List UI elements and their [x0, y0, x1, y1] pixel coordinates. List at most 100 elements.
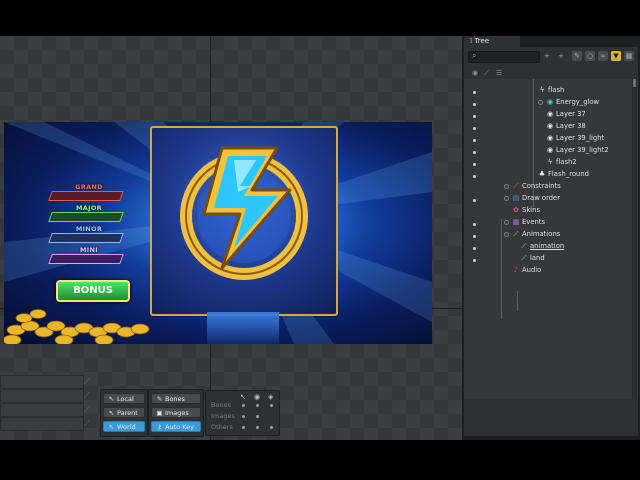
- tree-panel: ⁞ Tree ⌕ + + ✎ ○ ∞ ▼ ▦ ◉ ⟋ ☰ ϟ flash ◉ Ene…: [462, 36, 640, 440]
- vis-toggle[interactable]: [270, 404, 273, 407]
- timeline-row[interactable]: [0, 389, 84, 403]
- bones-button[interactable]: ✎ Bones: [151, 393, 201, 404]
- timeline-row[interactable]: [0, 417, 84, 431]
- vis-toggle[interactable]: [270, 426, 273, 429]
- timeline-row[interactable]: [0, 403, 84, 417]
- grid-icon[interactable]: ▦: [624, 51, 634, 61]
- local-label: Local: [117, 395, 134, 403]
- add-icon[interactable]: +: [556, 51, 566, 61]
- tree-node-layer-39-light[interactable]: ◉ Layer 39_light: [546, 133, 604, 144]
- expand-toggle[interactable]: [504, 232, 509, 237]
- images-button[interactable]: ▣ Images: [151, 407, 201, 418]
- editor-viewport[interactable]: GRAND MAJOR MINOR MINI BONUS ⟋ ⟋ ⟋ ⟋ ↖ L…: [0, 36, 462, 440]
- tree-node-label: Layer 39_light: [556, 134, 605, 142]
- eye-icon[interactable]: ◉: [254, 393, 260, 401]
- vis-toggle[interactable]: [242, 415, 245, 418]
- tree-scrollbar[interactable]: [632, 79, 637, 399]
- vis-toggle[interactable]: [242, 404, 245, 407]
- local-icon: ↖: [108, 395, 115, 403]
- tree-tab-label: Tree: [474, 37, 490, 45]
- list-icon[interactable]: ☰: [496, 69, 502, 77]
- add-icon[interactable]: +: [542, 51, 552, 61]
- vis-toggle[interactable]: [256, 404, 259, 407]
- tree-node-flash[interactable]: ϟ flash: [538, 85, 565, 96]
- filter-icon[interactable]: ▼: [611, 51, 621, 61]
- tree-tab[interactable]: ⁞ Tree: [464, 36, 520, 47]
- auto-key-button[interactable]: ⚷ Auto Key: [151, 421, 201, 432]
- link-icon[interactable]: ∞: [598, 51, 608, 61]
- tree-search-input[interactable]: ⌕: [468, 51, 540, 63]
- tree-node-draw-order[interactable]: ▤ Draw order: [512, 193, 560, 204]
- tree-node-flash-round[interactable]: ♣ Flash_round: [538, 169, 589, 180]
- game-scene-preview[interactable]: GRAND MAJOR MINOR MINI BONUS: [4, 122, 432, 344]
- tree-node-label: Layer 39_light2: [556, 146, 609, 154]
- tree-node-layer-37[interactable]: ◉ Layer 37: [546, 109, 586, 120]
- tree-node-skins[interactable]: ✿ Skins: [512, 205, 540, 216]
- key-column-icon[interactable]: ⟋: [484, 69, 489, 78]
- image-icon: ▣: [156, 409, 163, 417]
- world-label: World: [117, 423, 136, 431]
- key-state-dot[interactable]: [538, 100, 543, 105]
- top-black-bar: [0, 0, 640, 36]
- visibility-dot[interactable]: [473, 223, 476, 226]
- tree-list[interactable]: ϟ flash ◉ Energy_glow ◉ Layer 37 ◉ Layer 38 …: [464, 79, 638, 399]
- visibility-dot[interactable]: [473, 127, 476, 130]
- visibility-dot[interactable]: [473, 151, 476, 154]
- scrollbar-thumb[interactable]: [633, 79, 636, 87]
- world-button[interactable]: ↖ World: [103, 421, 145, 432]
- visibility-dot[interactable]: [473, 103, 476, 106]
- bone-icon: ✎: [156, 395, 163, 403]
- tree-guide-line: [517, 291, 518, 311]
- expand-toggle[interactable]: [504, 220, 509, 225]
- vis-others-label: Others: [211, 423, 233, 431]
- visibility-dot[interactable]: [473, 247, 476, 250]
- visibility-dot[interactable]: [473, 163, 476, 166]
- brush-icon[interactable]: ✎: [572, 51, 582, 61]
- timeline-rows: ⟋ ⟋ ⟋ ⟋: [0, 375, 95, 438]
- visibility-dot[interactable]: [473, 139, 476, 142]
- vis-toggle[interactable]: [256, 426, 259, 429]
- constraint-icon: ⟋: [513, 182, 519, 190]
- audio-icon: ♪: [513, 266, 519, 274]
- visibility-dot[interactable]: [473, 199, 476, 202]
- symbol-frame[interactable]: [150, 126, 338, 316]
- jackpot-major-label: MAJOR: [76, 204, 102, 212]
- local-button[interactable]: ↖ Local: [103, 393, 145, 404]
- tree-node-energy-glow[interactable]: ◉ Energy_glow: [546, 97, 599, 108]
- key-icon: ⚷: [157, 423, 162, 431]
- expand-toggle[interactable]: [504, 196, 509, 201]
- vis-toggle[interactable]: [242, 426, 245, 429]
- timeline-row[interactable]: [0, 375, 84, 389]
- jackpot-minor: MINOR: [44, 225, 134, 243]
- visibility-dot[interactable]: [473, 115, 476, 118]
- link-icon[interactable]: ⟋: [84, 377, 93, 386]
- jackpot-grand-label: GRAND: [75, 183, 103, 191]
- parent-button[interactable]: ↖ Parent: [103, 407, 145, 418]
- visibility-dot[interactable]: [473, 235, 476, 238]
- visibility-dot[interactable]: [473, 175, 476, 178]
- link-icon[interactable]: ⟋: [84, 405, 93, 414]
- tree-node-label: Events: [522, 218, 546, 226]
- tree-node-flash2[interactable]: ϟ flash2: [546, 157, 577, 168]
- tree-node-land[interactable]: ⟋ land: [520, 253, 545, 264]
- cursor-icon[interactable]: ↖: [240, 393, 246, 401]
- expand-toggle[interactable]: [504, 184, 509, 189]
- link-icon[interactable]: ⟋: [84, 391, 93, 400]
- vis-toggle[interactable]: [256, 415, 259, 418]
- tree-node-animation[interactable]: ⟋ animation: [520, 241, 565, 252]
- tag-icon[interactable]: ◈: [268, 393, 273, 401]
- visibility-dot[interactable]: [473, 259, 476, 262]
- slot-icon: ◉: [546, 146, 554, 154]
- circle-icon[interactable]: ○: [585, 51, 595, 61]
- tree-node-constraints[interactable]: ⟋ Constraints: [512, 181, 561, 192]
- tree-node-animations[interactable]: ⟋ Animations: [512, 229, 561, 240]
- tree-node-label: Skins: [522, 206, 540, 214]
- tree-node-audio[interactable]: ♪ Audio: [512, 265, 542, 276]
- tree-node-events[interactable]: ▦ Events: [512, 217, 545, 228]
- link-icon[interactable]: ⟋: [84, 419, 93, 428]
- visibility-dot[interactable]: [473, 91, 476, 94]
- tree-node-layer-38[interactable]: ◉ Layer 38: [546, 121, 586, 132]
- tree-guide-line: [501, 219, 502, 319]
- tree-node-layer-39-light2[interactable]: ◉ Layer 39_light2: [546, 145, 609, 156]
- eye-icon[interactable]: ◉: [472, 69, 478, 77]
